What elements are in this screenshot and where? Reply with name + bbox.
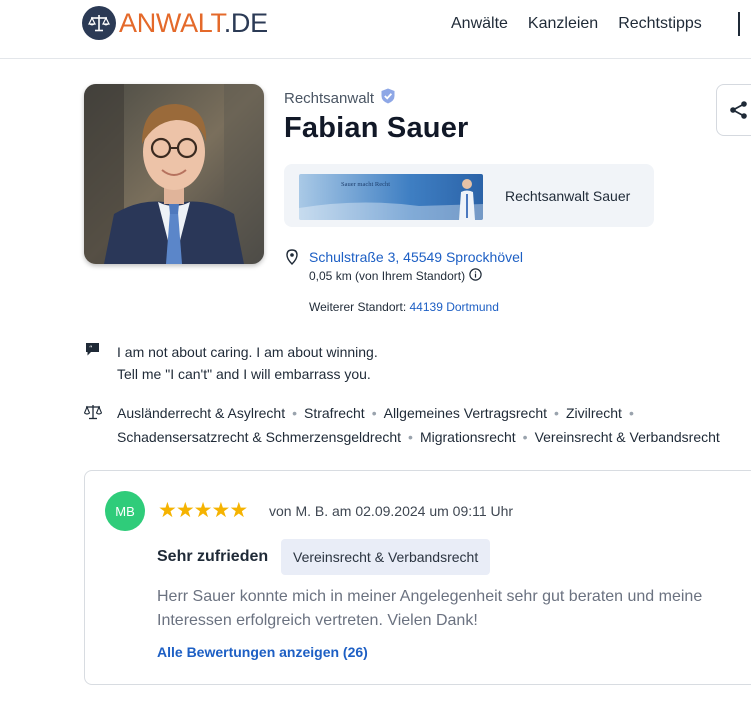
nav-kanzleien[interactable]: Kanzleien <box>528 15 598 33</box>
logo-prefix: ANWALT <box>119 7 224 38</box>
separator-dot: • <box>292 405 297 421</box>
practice-area-tag[interactable]: Zivilrecht <box>566 405 622 421</box>
other-location-label: Weiterer Standort: <box>309 300 407 314</box>
scales-icon <box>83 404 103 425</box>
star-icon: ★ <box>229 499 248 522</box>
logo-suffix: .DE <box>223 7 268 38</box>
review-text: Herr Sauer konnte mich in meiner Angeleg… <box>157 588 703 629</box>
star-icon: ★ <box>158 499 177 522</box>
practice-area-tag[interactable]: Ausländerrecht & Asylrecht <box>117 405 285 421</box>
other-location: Weiterer Standort: 44139 Dortmund <box>309 300 499 314</box>
lawyer-photo <box>84 84 264 264</box>
separator-dot: • <box>408 429 413 445</box>
distance-info: 0,05 km (von Ihrem Standort) <box>309 268 482 284</box>
motto-line-2: Tell me "I can't" and I will embarrass y… <box>117 366 371 382</box>
lawyer-title-text: Rechtsanwalt <box>284 89 375 107</box>
review-card: MB ★ ★ ★ ★ ★ von M. B. am 02.09.2024 um … <box>84 470 751 685</box>
info-icon[interactable] <box>469 268 482 284</box>
separator-dot: • <box>554 405 559 421</box>
star-rating: ★ ★ ★ ★ ★ <box>158 499 248 522</box>
nav-divider <box>738 12 740 36</box>
review-category-tag: Vereinsrecht & Verbandsrecht <box>281 539 491 575</box>
practice-areas-row-1: Ausländerrecht & Asylrecht • Strafrecht • Al… <box>117 401 751 425</box>
all-reviews-link[interactable]: Alle Bewertungen anzeigen (26) <box>157 644 368 660</box>
practice-areas: Ausländerrecht & Asylrecht • Strafrecht • Al… <box>117 401 751 449</box>
other-location-link[interactable]: 44139 Dortmund <box>410 300 499 314</box>
practice-areas-row-2: Schadensersatzrecht & Schmerzensgeldrech… <box>117 425 751 449</box>
review-title: Sehr zufrieden <box>157 548 269 565</box>
practice-area-tag[interactable]: Allgemeines Vertragsrecht <box>384 405 547 421</box>
nav-rechtstipps[interactable]: Rechtstipps <box>618 15 702 33</box>
main-nav: Anwälte Kanzleien Rechtstipps <box>451 15 722 33</box>
lawyer-title: Rechtsanwalt <box>284 88 396 108</box>
motto-line-1: I am not about caring. I am about winnin… <box>117 344 378 360</box>
logo-wordmark: ANWALT.DE <box>119 8 268 39</box>
separator-dot: • <box>522 429 528 445</box>
star-icon: ★ <box>211 499 230 522</box>
location-pin-icon <box>286 249 298 270</box>
nav-anwaelte[interactable]: Anwälte <box>451 15 508 33</box>
firm-banner-image: Sauer macht Recht <box>299 174 483 220</box>
practice-area-tag[interactable]: Migrationsrecht <box>420 429 516 445</box>
practice-area-tag[interactable]: Schadensersatzrecht & Schmerzensgeldrech… <box>117 429 401 445</box>
practice-area-tag[interactable]: Strafrecht <box>304 405 365 421</box>
quote-icon: “ <box>85 342 100 362</box>
top-navigation-bar: ANWALT.DE Anwälte Kanzleien Rechtstipps <box>0 0 751 59</box>
star-icon: ★ <box>175 499 195 522</box>
distance-text: 0,05 km (von Ihrem Standort) <box>309 269 466 283</box>
svg-text:“: “ <box>89 345 93 353</box>
lawyer-name: Fabian Sauer <box>284 112 469 144</box>
address-link[interactable]: Schulstraße 3, 45549 Sprockhövel <box>309 249 523 265</box>
practice-area-tag[interactable]: Vereinsrecht & Verbandsrecht <box>535 429 720 445</box>
separator-dot: • <box>371 405 377 421</box>
lawyer-motto: I am not about caring. I am about winnin… <box>117 341 378 385</box>
firm-card[interactable]: Sauer macht Recht Rechtsanwalt Sauer <box>284 164 654 227</box>
verified-badge-icon <box>374 88 396 108</box>
firm-banner-text: Sauer macht Recht <box>341 181 390 188</box>
site-logo[interactable]: ANWALT.DE <box>82 6 268 40</box>
scales-logo-icon <box>82 6 116 40</box>
separator-dot: • <box>628 405 634 421</box>
review-meta: von M. B. am 02.09.2024 um 09:11 Uhr <box>269 503 514 519</box>
firm-name[interactable]: Rechtsanwalt Sauer <box>505 188 630 204</box>
reviewer-avatar: MB <box>105 491 145 531</box>
share-button[interactable] <box>716 84 751 136</box>
star-icon: ★ <box>193 499 213 522</box>
